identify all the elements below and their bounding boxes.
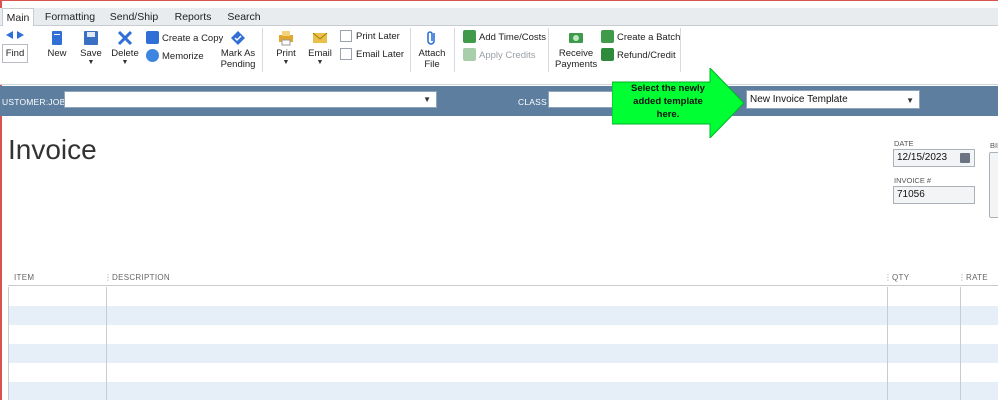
memorize-button[interactable]: Memorize: [146, 49, 204, 63]
create-copy-button[interactable]: Create a Copy: [146, 31, 223, 45]
paperclip-icon: [424, 30, 440, 46]
tab-main[interactable]: Main: [2, 8, 34, 27]
delete-button[interactable]: Delete ▼: [110, 30, 140, 67]
apply-credits-icon: [463, 48, 476, 61]
print-later-checkbox[interactable]: Print Later: [340, 30, 400, 44]
new-button[interactable]: New: [44, 30, 70, 59]
tab-bar: Main Formatting Send/Ship Reports Search: [0, 8, 998, 27]
arrows-icon: [4, 30, 26, 40]
separator: [548, 28, 549, 72]
line-items-table: [8, 287, 998, 400]
chevron-down-icon: ▼: [282, 59, 290, 66]
checkbox-icon: [340, 48, 352, 60]
add-time-costs-button[interactable]: Add Time/Costs: [463, 30, 546, 44]
table-row[interactable]: [9, 382, 998, 400]
payment-icon: [568, 30, 584, 46]
chevron-down-icon: ▼: [906, 96, 914, 105]
date-field[interactable]: 12/15/2023: [893, 149, 975, 167]
table-row[interactable]: [9, 344, 998, 363]
refund-credit-button[interactable]: Refund/Credit: [601, 48, 676, 62]
attach-file-button[interactable]: Attach File: [416, 30, 448, 70]
tab-search[interactable]: Search: [224, 8, 264, 26]
floppy-disk-icon: [83, 30, 99, 46]
column-header-rate: RATE: [966, 273, 988, 282]
table-row[interactable]: [9, 325, 998, 344]
tab-send-ship[interactable]: Send/Ship: [106, 8, 162, 26]
bill-to-field[interactable]: [989, 152, 998, 218]
column-resize-handle[interactable]: ⋮: [958, 273, 966, 282]
column-divider: [887, 287, 888, 400]
customer-job-dropdown[interactable]: ▼: [64, 91, 437, 108]
new-document-icon: [49, 30, 65, 46]
envelope-icon: [312, 30, 328, 46]
table-row[interactable]: [9, 306, 998, 325]
callout-text: Select the newly added template here.: [631, 83, 705, 120]
column-resize-handle[interactable]: ⋮: [104, 273, 112, 282]
checkbox-icon: [340, 30, 352, 42]
create-batch-button[interactable]: Create a Batch: [601, 30, 680, 44]
table-row[interactable]: [9, 287, 998, 306]
ribbon-toolbar: Find New Save ▼ Delete ▼ Create a Copy M…: [0, 26, 998, 85]
add-time-icon: [463, 30, 476, 43]
mark-as-pending-button[interactable]: Mark As Pending: [218, 30, 258, 70]
date-label: DATE: [894, 139, 914, 148]
column-header-item: ITEM: [14, 273, 35, 282]
class-label: CLASS: [518, 97, 547, 107]
chevron-down-icon: ▼: [87, 59, 95, 66]
batch-icon: [601, 30, 614, 43]
tab-reports[interactable]: Reports: [170, 8, 216, 26]
invoice-number-label: INVOICE #: [894, 176, 932, 185]
column-header-description: DESCRIPTION: [112, 273, 170, 282]
invoice-number-field[interactable]: 71056: [893, 186, 975, 204]
find-button[interactable]: Find: [2, 30, 28, 63]
email-button[interactable]: Email ▼: [306, 30, 334, 67]
check-badge-icon: [230, 30, 246, 46]
customer-job-label: USTOMER:JOB: [2, 97, 66, 107]
email-later-checkbox[interactable]: Email Later: [340, 48, 404, 62]
chevron-down-icon: ▼: [423, 95, 431, 104]
column-resize-handle[interactable]: ⋮: [884, 273, 892, 282]
separator: [454, 28, 455, 72]
memorize-icon: [146, 49, 159, 62]
print-button[interactable]: Print ▼: [272, 30, 300, 67]
column-divider: [106, 287, 107, 400]
delete-x-icon: [117, 30, 133, 46]
separator: [410, 28, 411, 72]
table-row[interactable]: [9, 363, 998, 382]
column-header-qty: QTY: [892, 273, 910, 282]
tab-formatting[interactable]: Formatting: [42, 8, 98, 26]
chevron-down-icon: ▼: [316, 59, 324, 66]
separator: [680, 28, 681, 72]
column-divider: [960, 287, 961, 400]
printer-icon: [278, 30, 294, 46]
separator: [262, 28, 263, 72]
line-items-header: ITEM ⋮ DESCRIPTION ⋮ QTY ⋮ RATE: [8, 270, 998, 286]
receive-payments-button[interactable]: Receive Payments: [555, 30, 597, 70]
chevron-down-icon: ▼: [121, 59, 129, 66]
save-button[interactable]: Save ▼: [78, 30, 104, 67]
copy-icon: [146, 31, 159, 44]
bill-to-label: BIL: [990, 141, 998, 150]
apply-credits-button[interactable]: Apply Credits: [463, 48, 536, 62]
calendar-icon[interactable]: [960, 153, 970, 163]
template-dropdown[interactable]: New Invoice Template ▼: [746, 90, 920, 109]
customer-bar: USTOMER:JOB ▼ CLASS New Invoice Template…: [0, 86, 998, 116]
refund-icon: [601, 48, 614, 61]
page-title: Invoice: [8, 134, 97, 165]
